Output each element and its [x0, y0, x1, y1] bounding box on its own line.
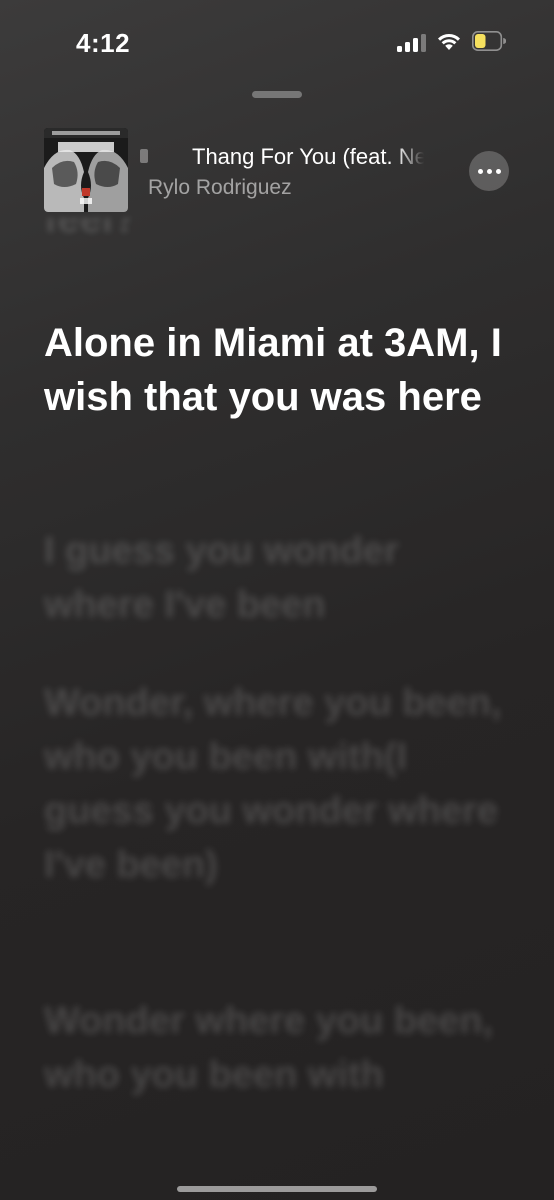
lyric-previous-line[interactable]: feel? — [44, 218, 504, 268]
artist-name[interactable]: Rylo Rodriguez — [148, 176, 292, 200]
song-title[interactable]: Thang For You (feat. Ne — [192, 144, 424, 170]
home-indicator[interactable] — [177, 1186, 377, 1192]
sheet-grabber[interactable] — [252, 91, 302, 98]
lyric-upcoming-line[interactable]: Wonder, where you been, who you been wit… — [44, 676, 504, 892]
cellular-signal-icon — [397, 34, 427, 52]
status-bar: 4:12 — [0, 0, 554, 88]
explicit-badge — [140, 149, 148, 163]
wifi-icon — [438, 33, 460, 50]
more-options-button[interactable] — [469, 151, 509, 191]
now-playing-header: Thang For You (feat. Ne Rylo Rodriguez — [0, 124, 554, 216]
status-time: 4:12 — [76, 28, 131, 58]
album-artwork[interactable] — [44, 128, 128, 212]
lyric-upcoming-line[interactable]: I guess you wonder where I've been — [44, 524, 504, 632]
lyric-upcoming-line[interactable]: Wonder where you been, who you been with — [44, 994, 504, 1154]
lyric-current-line[interactable]: Alone in Miami at 3AM, I wish that you w… — [44, 316, 504, 424]
battery-icon — [472, 31, 506, 51]
ellipsis-icon — [477, 168, 483, 174]
